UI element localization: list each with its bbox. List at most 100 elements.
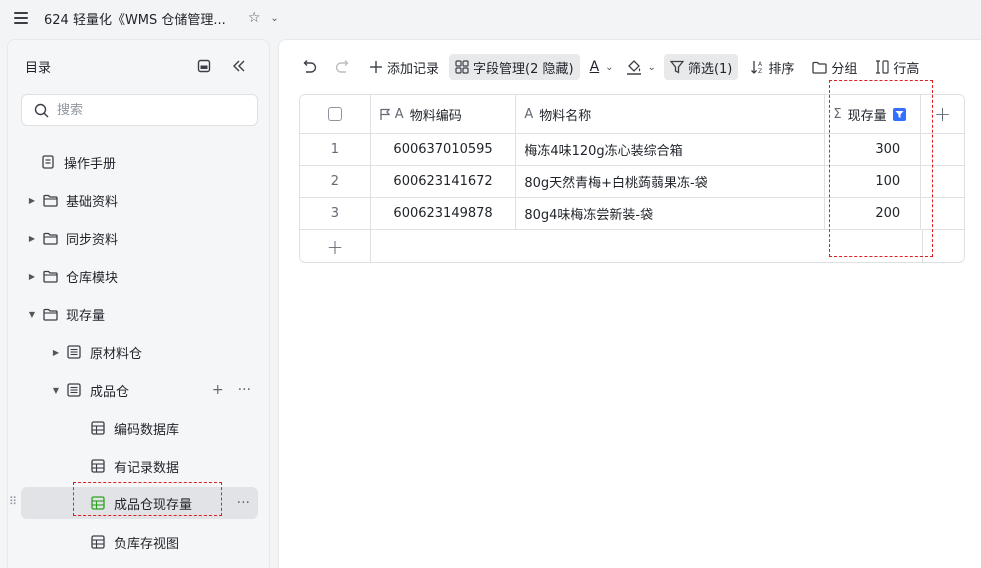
sidebar-item-label: 负库存视图 — [114, 536, 180, 552]
row-index: 2 — [300, 166, 371, 197]
add-record-label: 添加记录 — [387, 61, 440, 77]
sidebar-item-code-database[interactable]: 编码数据库 — [14, 412, 259, 444]
column-header-qty[interactable]: Σ 现存量 — [825, 95, 922, 133]
cell-qty[interactable]: 200 — [825, 198, 922, 229]
add-row-button[interactable]: + — [300, 230, 371, 262]
sidebar-item-label: 编码数据库 — [114, 422, 180, 438]
sidebar-item-label: 仓库模块 — [66, 270, 119, 286]
sidebar-item-label: 原材料仓 — [90, 346, 143, 362]
row-height-label: 行高 — [893, 61, 920, 77]
add-record-button[interactable]: 添加记录 — [365, 54, 443, 80]
chevron-down-icon: ⌄ — [605, 61, 614, 73]
list-icon — [66, 382, 82, 398]
sidebar-title: 目录 — [25, 60, 52, 76]
group-label: 分组 — [831, 61, 858, 77]
row-trailing-cell — [921, 134, 964, 165]
collapse-sidebar-icon[interactable] — [230, 57, 248, 75]
expand-arrow-icon[interactable]: ▶ — [26, 196, 38, 205]
drag-handle-icon[interactable]: ⠿ — [9, 495, 17, 508]
search-input[interactable] — [57, 102, 237, 118]
select-all-checkbox[interactable] — [327, 107, 342, 121]
menu-icon[interactable] — [14, 12, 28, 24]
search-icon — [34, 103, 49, 117]
panel-toggle-icon[interactable] — [195, 57, 213, 75]
cell-code[interactable]: 600623149878 — [371, 198, 517, 229]
column-header-code[interactable]: A 物料编码 — [371, 95, 517, 133]
sidebar-item-finished-goods-stock[interactable]: 成品仓现存量 ··· — [21, 487, 258, 519]
text-type-icon: A — [394, 106, 404, 122]
table-icon — [90, 458, 106, 474]
row-index: 3 — [300, 198, 371, 229]
collapse-arrow-icon[interactable]: ▼ — [26, 310, 38, 319]
sidebar-item-sync-data[interactable]: ▶ 同步资料 — [14, 222, 259, 254]
more-options-icon[interactable]: ··· — [238, 382, 251, 398]
sidebar-item-recorded-data[interactable]: 有记录数据 — [14, 450, 259, 482]
column-header-label: 物料名称 — [539, 108, 592, 124]
chevron-down-icon[interactable]: ⌄ — [270, 13, 278, 24]
group-button[interactable]: 分组 — [808, 54, 861, 80]
main-panel: 添加记录 字段管理(2 隐藏) A ⌄ ⌄ 筛选(1) AZ 排序 分组 行高 — [278, 39, 981, 568]
text-color-button[interactable]: A ⌄ — [586, 54, 618, 80]
sidebar-item-label: 现存量 — [66, 308, 106, 324]
field-manage-button[interactable]: 字段管理(2 隐藏) — [449, 54, 580, 80]
document-title[interactable]: 624 轻量化《WMS 仓储管理... — [44, 9, 226, 28]
cell-name[interactable]: 80g4味梅冻尝新装-袋 — [516, 198, 826, 229]
doc-icon — [40, 154, 56, 170]
row-height-button[interactable]: 行高 — [871, 54, 923, 80]
sort-button[interactable]: AZ 排序 — [746, 54, 798, 80]
filter-button[interactable]: 筛选(1) — [663, 54, 739, 80]
column-header-label: 现存量 — [847, 108, 887, 124]
table-row[interactable]: 1 600637010595 梅冻4味120g冻心装综合箱 300 — [300, 134, 964, 166]
expand-arrow-icon[interactable]: ▶ — [50, 348, 62, 357]
cell-code[interactable]: 600623141672 — [371, 166, 517, 197]
cell-code[interactable]: 600637010595 — [371, 134, 517, 165]
table-icon — [90, 534, 106, 550]
filter-label: 筛选(1) — [687, 61, 733, 77]
expand-arrow-icon[interactable]: ▶ — [26, 234, 38, 243]
redo-button[interactable] — [331, 54, 359, 80]
table-header-row: A 物料编码 A 物料名称 Σ 现存量 + — [300, 95, 964, 134]
column-header-label: 物料编码 — [409, 108, 462, 124]
row-trailing-cell — [921, 166, 964, 197]
row-index: 1 — [300, 134, 371, 165]
table-row[interactable]: 3 600623149878 80g4味梅冻尝新装-袋 200 — [300, 198, 964, 230]
sidebar-item-label: 操作手册 — [64, 156, 117, 172]
sidebar-item-warehouse-module[interactable]: ▶ 仓库模块 — [14, 260, 259, 292]
fill-color-button[interactable]: ⌄ — [622, 54, 660, 80]
row-trailing-cell — [921, 198, 964, 229]
chevron-down-icon: ⌄ — [647, 61, 656, 73]
toolbar: 添加记录 字段管理(2 隐藏) A ⌄ ⌄ 筛选(1) AZ 排序 分组 行高 — [297, 54, 923, 80]
add-child-icon[interactable]: + — [212, 382, 224, 398]
sidebar-item-stock[interactable]: ▼ 现存量 — [14, 298, 259, 330]
table-icon — [90, 495, 106, 511]
star-icon[interactable]: ☆ — [248, 10, 261, 26]
add-column-button[interactable]: + — [921, 95, 964, 133]
filter-active-icon — [892, 107, 906, 121]
more-options-icon[interactable]: ··· — [237, 495, 250, 511]
folder-icon — [42, 230, 58, 246]
sidebar-item-basic-data[interactable]: ▶ 基础资料 — [14, 184, 259, 216]
sidebar-item-raw-material-warehouse[interactable]: ▶ 原材料仓 — [14, 336, 259, 368]
sidebar-header: 目录 — [8, 40, 269, 92]
cell-qty[interactable]: 100 — [825, 166, 922, 197]
field-manage-label: 字段管理(2 隐藏) — [473, 61, 574, 77]
add-row-area[interactable] — [371, 230, 923, 262]
cell-qty[interactable]: 300 — [825, 134, 922, 165]
data-grid: A 物料编码 A 物料名称 Σ 现存量 + 1 600637010595 梅冻4… — [299, 94, 965, 263]
expand-arrow-icon[interactable]: ▶ — [26, 272, 38, 281]
sort-label: 排序 — [768, 61, 795, 77]
undo-button[interactable] — [297, 54, 325, 80]
folder-icon — [42, 306, 58, 322]
table-row[interactable]: 2 600623141672 80g天然青梅+白桃蒟蒻果冻-袋 100 — [300, 166, 964, 198]
sidebar-item-finished-goods-warehouse[interactable]: ▼ 成品仓 + ··· — [14, 374, 259, 406]
svg-text:A: A — [758, 61, 763, 68]
cell-name[interactable]: 梅冻4味120g冻心装综合箱 — [516, 134, 826, 165]
sidebar-search[interactable] — [21, 94, 258, 126]
cell-name[interactable]: 80g天然青梅+白桃蒟蒻果冻-袋 — [516, 166, 826, 197]
sidebar-item-negative-stock-view[interactable]: 负库存视图 — [14, 526, 259, 558]
collapse-arrow-icon[interactable]: ▼ — [50, 386, 62, 395]
folder-icon — [42, 268, 58, 284]
column-header-name[interactable]: A 物料名称 — [516, 95, 826, 133]
svg-text:Z: Z — [758, 68, 762, 74]
sidebar-item-manual[interactable]: 操作手册 — [14, 146, 259, 178]
